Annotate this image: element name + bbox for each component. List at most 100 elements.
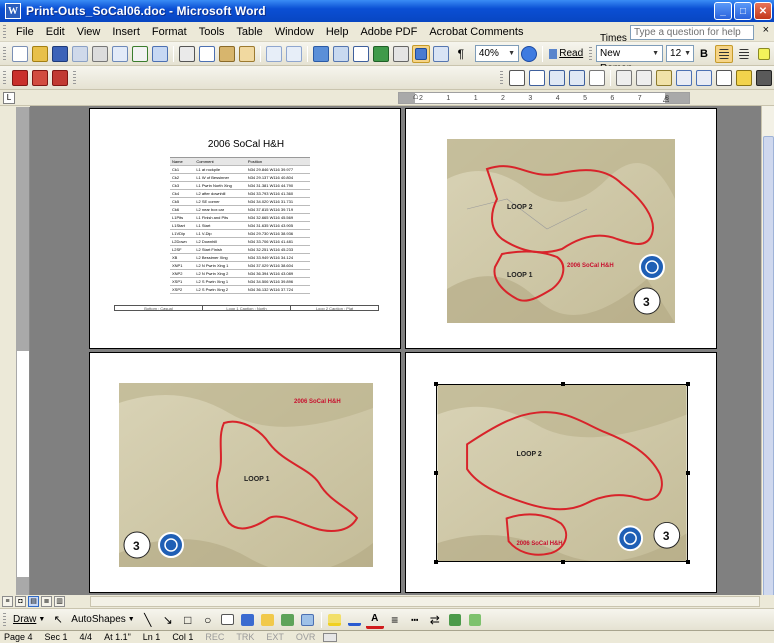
right-indent-marker-icon[interactable]: △ — [663, 94, 669, 103]
convert-to-pdf-email-icon[interactable] — [31, 69, 49, 87]
insert-table-icon[interactable] — [352, 45, 370, 63]
zoom-select[interactable]: 40% ▼ — [474, 45, 520, 62]
scroll-thumb[interactable] — [763, 136, 774, 606]
copy-icon[interactable] — [198, 45, 216, 63]
highlight-icon[interactable] — [755, 45, 773, 63]
web-layout-icon[interactable]: ◘ — [15, 596, 26, 607]
menu-table[interactable]: Table — [230, 23, 268, 41]
spelling-icon[interactable] — [131, 45, 149, 63]
bullets-icon[interactable] — [735, 45, 753, 63]
sort-ascending-icon[interactable] — [675, 69, 693, 87]
drawing-icon[interactable] — [411, 44, 430, 63]
page-3[interactable]: LOOP 1 2006 SoCal H&H 3 — [89, 352, 401, 593]
line-color-icon[interactable] — [346, 611, 364, 629]
minimize-button[interactable]: _ — [714, 2, 732, 20]
document-close-icon[interactable]: × — [763, 24, 769, 36]
fill-color-icon[interactable] — [326, 611, 344, 629]
resize-handle[interactable] — [561, 560, 565, 564]
align-center-icon[interactable] — [715, 44, 734, 63]
indent-marker-icon[interactable]: ⌂ — [413, 91, 418, 101]
redo-icon[interactable] — [285, 45, 303, 63]
menu-edit[interactable]: Edit — [40, 23, 71, 41]
font-size-select[interactable]: 12 ▼ — [666, 45, 695, 62]
toolbar-grip[interactable] — [73, 70, 76, 85]
loop-1-map[interactable]: LOOP 1 2006 SoCal H&H 3 — [119, 383, 373, 567]
diagram-icon[interactable] — [259, 611, 277, 629]
insert-excel-icon[interactable] — [372, 45, 390, 63]
sort-descending-icon[interactable] — [695, 69, 713, 87]
vertical-scrollbar[interactable] — [761, 106, 774, 606]
insert-rows-icon[interactable] — [528, 69, 546, 87]
clip-art-icon[interactable] — [279, 611, 297, 629]
oval-icon[interactable]: ○ — [199, 611, 217, 629]
document-map-icon[interactable] — [432, 45, 450, 63]
horizontal-scrollbar[interactable] — [90, 596, 760, 607]
reading-layout-icon[interactable]: ▥ — [54, 596, 65, 607]
toolbar-grip[interactable] — [3, 46, 6, 61]
save-icon[interactable] — [51, 45, 69, 63]
read-button[interactable]: Read — [547, 45, 585, 63]
status-ext[interactable]: EXT — [262, 632, 292, 642]
page-4[interactable]: LOOP 2 2006 SoCal H&H 3 — [405, 352, 717, 593]
document-area[interactable]: 2006 SoCal H&H Name Comment Position Ck1… — [30, 106, 761, 595]
table-autoformat-icon[interactable] — [655, 69, 673, 87]
help-icon[interactable] — [520, 45, 538, 63]
new-document-icon[interactable] — [11, 45, 29, 63]
permission-icon[interactable] — [71, 45, 89, 63]
toolbar-grip[interactable] — [3, 612, 6, 627]
horizontal-ruler[interactable]: 2 1 1 2 3 4 5 6 7 8 ⌂ △ — [398, 91, 690, 104]
insert-picture-icon[interactable] — [299, 611, 317, 629]
page-2[interactable]: LOOP 2 LOOP 1 2006 SoCal H&H 3 — [405, 108, 717, 349]
paste-icon[interactable] — [218, 45, 236, 63]
line-style-icon[interactable]: ≡ — [386, 611, 404, 629]
shadow-style-icon[interactable] — [446, 611, 464, 629]
menu-file[interactable]: File — [10, 23, 40, 41]
menu-acrobat-comments[interactable]: Acrobat Comments — [423, 23, 529, 41]
resize-handle[interactable] — [434, 560, 438, 564]
maximize-button[interactable]: □ — [734, 2, 752, 20]
spelling-status-icon[interactable] — [323, 632, 338, 642]
resize-handle[interactable] — [686, 382, 690, 386]
print-layout-icon[interactable]: ▤ — [28, 596, 39, 607]
print-preview-icon[interactable] — [111, 45, 129, 63]
draw-table-icon[interactable] — [508, 69, 526, 87]
align-cells-icon[interactable] — [588, 69, 606, 87]
rectangle-icon[interactable]: □ — [179, 611, 197, 629]
columns-icon[interactable] — [392, 45, 410, 63]
wordart-icon[interactable] — [239, 611, 257, 629]
arrow-icon[interactable]: ↘ — [159, 611, 177, 629]
shading-icon[interactable] — [735, 69, 753, 87]
font-select[interactable]: Times New Roman▼ — [596, 33, 664, 74]
status-trk[interactable]: TRK — [232, 632, 262, 642]
menu-tools[interactable]: Tools — [193, 23, 231, 41]
toolbar-grip[interactable] — [3, 70, 6, 85]
bold-button[interactable]: B — [695, 45, 713, 63]
resize-handle[interactable] — [434, 471, 438, 475]
distribute-columns-icon[interactable] — [635, 69, 653, 87]
3d-style-icon[interactable] — [466, 611, 484, 629]
print-icon[interactable] — [91, 45, 109, 63]
distribute-rows-icon[interactable] — [615, 69, 633, 87]
autoshapes-menu-button[interactable]: AutoShapes ▼ — [69, 611, 136, 629]
convert-to-pdf-review-icon[interactable] — [51, 69, 69, 87]
text-box-icon[interactable] — [219, 611, 237, 629]
select-objects-icon[interactable]: ↖ — [49, 611, 67, 629]
resize-handle[interactable] — [686, 560, 690, 564]
arrow-style-icon[interactable]: ⇄ — [426, 611, 444, 629]
split-cells-icon[interactable] — [568, 69, 586, 87]
close-button[interactable]: ✕ — [754, 2, 772, 20]
menu-insert[interactable]: Insert — [106, 23, 146, 41]
normal-view-icon[interactable]: ≡ — [2, 596, 13, 607]
font-color-icon[interactable]: A — [365, 611, 384, 629]
format-painter-icon[interactable] — [238, 45, 256, 63]
hyperlink-icon[interactable] — [312, 45, 330, 63]
page-1[interactable]: 2006 SoCal H&H Name Comment Position Ck1… — [89, 108, 401, 349]
resize-handle[interactable] — [561, 382, 565, 386]
merge-cells-icon[interactable] — [548, 69, 566, 87]
show-hide-icon[interactable]: ¶ — [452, 45, 470, 63]
menu-view[interactable]: View — [71, 23, 107, 41]
resize-handle[interactable] — [686, 471, 690, 475]
border-color-icon[interactable] — [755, 69, 773, 87]
toolbar-grip[interactable] — [589, 46, 593, 61]
tables-borders-icon[interactable] — [332, 45, 350, 63]
